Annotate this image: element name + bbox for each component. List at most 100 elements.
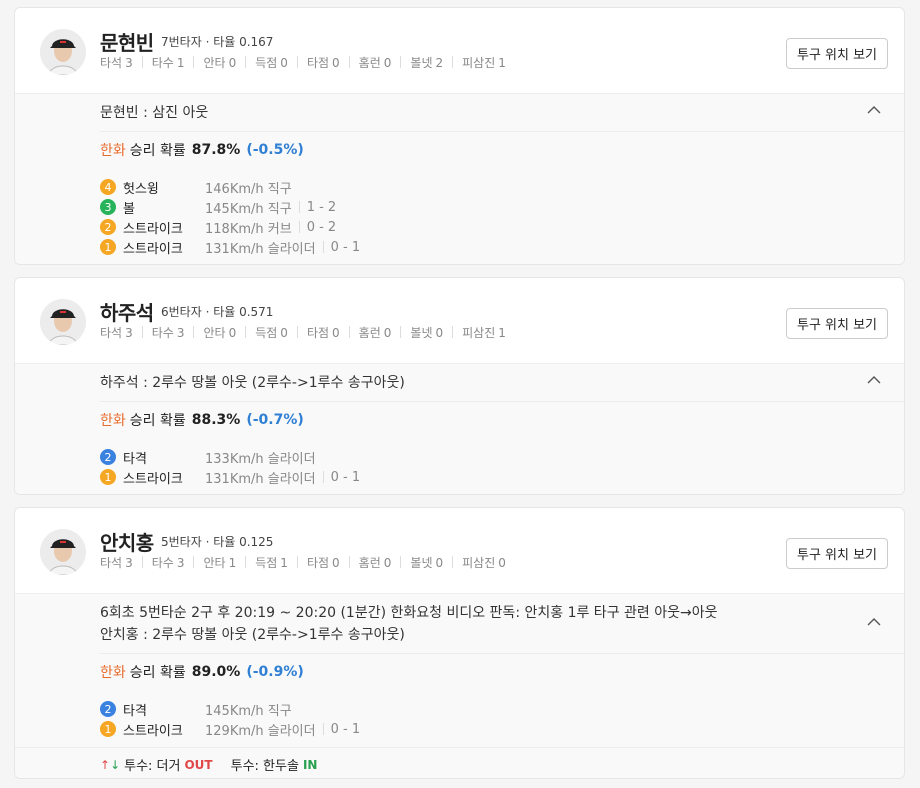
pitch-detail: 145Km/h 직구 bbox=[205, 201, 292, 217]
pitch-result: 스트라이크 bbox=[123, 723, 183, 739]
pitch-result: 볼 bbox=[123, 201, 135, 217]
pitch-item: 2 스트라이크 118Km/h 커브 0 - 2 bbox=[100, 217, 904, 237]
stat-pa: 타석 3 bbox=[100, 326, 133, 340]
pitcher-in-label: 투수: 한두솔 bbox=[230, 759, 299, 774]
stat-pa: 타석 3 bbox=[100, 556, 133, 570]
stat-hr: 홈런 0 bbox=[358, 56, 392, 70]
pitch-detail: 146Km/h 직구 bbox=[205, 181, 292, 197]
player-card: 하주석 6번타자 · 타율 0.571 타석 3 타수 3 안타 0 득점 0 타점 0 홈런 0 볼넷… bbox=[14, 277, 905, 495]
player-avatar bbox=[40, 29, 86, 75]
chevron-up-icon[interactable] bbox=[866, 102, 882, 118]
batting-order: 6번타자 · 타율 0.571 bbox=[161, 305, 274, 319]
video-review-note: 6회초 5번타순 2구 후 20:19 ~ 20:20 (1분간) 한화요청 비… bbox=[100, 605, 718, 621]
pitch-number: 1 bbox=[100, 239, 116, 255]
stat-rbi: 타점 0 bbox=[306, 56, 340, 70]
stat-hr: 홈런 0 bbox=[358, 326, 392, 340]
pitch-count: 1 - 2 bbox=[306, 199, 337, 215]
win-prob-delta: (-0.5%) bbox=[246, 142, 304, 158]
pitch-result: 스트라이크 bbox=[123, 471, 183, 487]
stat-pa: 타석 3 bbox=[100, 56, 133, 70]
pitch-number: 1 bbox=[100, 721, 116, 737]
pitch-count: 0 - 2 bbox=[306, 219, 337, 235]
stat-bb: 볼넷 0 bbox=[410, 326, 444, 340]
team-name: 한화 bbox=[100, 143, 126, 159]
pitch-result: 타격 bbox=[123, 451, 147, 467]
batting-order: 5번타자 · 타율 0.125 bbox=[161, 535, 274, 549]
pitcher-change: ↑↓ 투수: 더거 OUT 투수: 한두솔 IN bbox=[15, 747, 904, 778]
pitch-item: 3 볼 145Km/h 직구 1 - 2 bbox=[100, 197, 904, 217]
swap-arrows-icon: ↑↓ bbox=[100, 757, 121, 772]
pitch-result: 타격 bbox=[123, 703, 147, 719]
pitch-list: 2 타격 145Km/h 직구 1 스트라이크 129Km/h 슬라이더 0 - 1 bbox=[15, 691, 904, 747]
win-probability: 한화 승리 확률 89.0% (-0.9%) bbox=[15, 653, 904, 691]
player-stats: 타석 3 타수 3 안타 1 득점 1 타점 0 홈런 0 볼넷 0 피삼진 0 bbox=[100, 554, 506, 571]
stat-ab: 타수 1 bbox=[151, 56, 185, 70]
player-stats: 타석 3 타수 3 안타 0 득점 0 타점 0 홈런 0 볼넷 0 피삼진 1 bbox=[100, 324, 506, 341]
chevron-up-icon[interactable] bbox=[866, 372, 882, 388]
chevron-up-icon[interactable] bbox=[866, 614, 882, 630]
stat-hits: 안타 1 bbox=[203, 556, 237, 570]
player-name: 하주석 bbox=[100, 301, 154, 325]
play-detail: 6회초 5번타순 2구 후 20:19 ~ 20:20 (1분간) 한화요청 비… bbox=[15, 593, 904, 778]
stat-runs: 득점 0 bbox=[255, 326, 288, 340]
player-header: 하주석 6번타자 · 타율 0.571 타석 3 타수 3 안타 0 득점 0 타점 0 홈런 0 볼넷… bbox=[15, 278, 904, 363]
player-stats: 타석 3 타수 1 안타 0 득점 0 타점 0 홈런 0 볼넷 2 피삼진 1 bbox=[100, 54, 506, 71]
win-prob-value: 88.3% bbox=[191, 412, 241, 428]
play-detail: 하주석 : 2루수 땅볼 아웃 (2루수->1루수 송구아웃) 한화 승리 확률… bbox=[15, 363, 904, 494]
win-probability: 한화 승리 확률 87.8% (-0.5%) bbox=[15, 131, 904, 169]
pitch-count: 0 - 1 bbox=[330, 721, 361, 737]
pitch-detail: 118Km/h 커브 bbox=[205, 221, 292, 237]
pitch-number: 2 bbox=[100, 219, 116, 235]
pitch-detail: 129Km/h 슬라이더 bbox=[205, 723, 316, 739]
player-name: 문현빈 bbox=[100, 31, 154, 55]
stat-runs: 득점 1 bbox=[255, 556, 288, 570]
win-probability: 한화 승리 확률 88.3% (-0.7%) bbox=[15, 401, 904, 439]
stat-so: 피삼진 1 bbox=[462, 326, 506, 340]
player-header: 안치홍 5번타자 · 타율 0.125 타석 3 타수 3 안타 1 득점 1 타점 0 홈런 0 볼넷… bbox=[15, 508, 904, 593]
pitch-number: 1 bbox=[100, 469, 116, 485]
win-prob-delta: (-0.9%) bbox=[246, 664, 304, 680]
stat-ab: 타수 3 bbox=[151, 556, 185, 570]
play-result: 문현빈 : 삼진 아웃 bbox=[100, 102, 904, 132]
play-detail: 문현빈 : 삼진 아웃 한화 승리 확률 87.8% (-0.5%) 4 헛스윙 1… bbox=[15, 93, 904, 264]
stat-runs: 득점 0 bbox=[255, 56, 288, 70]
player-card: 안치홍 5번타자 · 타율 0.125 타석 3 타수 3 안타 1 득점 1 타점 0 홈런 0 볼넷… bbox=[14, 507, 905, 779]
pitch-item: 1 스트라이크 131Km/h 슬라이더 0 - 1 bbox=[100, 237, 904, 257]
pitch-location-button[interactable]: 투구 위치 보기 bbox=[786, 538, 888, 569]
pitch-list: 2 타격 133Km/h 슬라이더 1 스트라이크 131Km/h 슬라이더 0 - 1 bbox=[15, 439, 904, 494]
stat-ab: 타수 3 bbox=[151, 326, 185, 340]
pitch-number: 2 bbox=[100, 449, 116, 465]
pitch-number: 2 bbox=[100, 701, 116, 717]
pitch-item: 2 타격 145Km/h 직구 bbox=[100, 699, 904, 719]
win-prob-value: 87.8% bbox=[191, 142, 241, 158]
player-card: 문현빈 7번타자 · 타율 0.167 타석 3 타수 1 안타 0 득점 0 타점 0 홈런 0 볼넷… bbox=[14, 7, 905, 265]
pitch-item: 1 스트라이크 131Km/h 슬라이더 0 - 1 bbox=[100, 467, 904, 487]
play-result: 안치홍 : 2루수 땅볼 아웃 (2루수->1루수 송구아웃) bbox=[100, 624, 904, 654]
pitch-result: 스트라이크 bbox=[123, 241, 183, 257]
win-prob-delta: (-0.7%) bbox=[246, 412, 304, 428]
stat-so: 피삼진 1 bbox=[462, 56, 506, 70]
pitch-list: 4 헛스윙 146Km/h 직구 3 볼 145Km/h 직구 1 - 2 2 스트라이크 1… bbox=[15, 169, 904, 264]
batting-order: 7번타자 · 타율 0.167 bbox=[161, 35, 274, 49]
pitch-result: 스트라이크 bbox=[123, 221, 183, 237]
player-header: 문현빈 7번타자 · 타율 0.167 타석 3 타수 1 안타 0 득점 0 타점 0 홈런 0 볼넷… bbox=[15, 8, 904, 93]
pitch-number: 3 bbox=[100, 199, 116, 215]
stat-hits: 안타 0 bbox=[203, 326, 237, 340]
stat-rbi: 타점 0 bbox=[306, 556, 340, 570]
play-result: 하주석 : 2루수 땅볼 아웃 (2루수->1루수 송구아웃) bbox=[100, 372, 904, 402]
pitcher-out-label: 투수: 더거 bbox=[124, 759, 181, 774]
pitch-detail: 131Km/h 슬라이더 bbox=[205, 241, 316, 257]
pitch-location-button[interactable]: 투구 위치 보기 bbox=[786, 38, 888, 69]
pitch-number: 4 bbox=[100, 179, 116, 195]
pitch-location-button[interactable]: 투구 위치 보기 bbox=[786, 308, 888, 339]
pitch-item: 2 타격 133Km/h 슬라이더 bbox=[100, 447, 904, 467]
pitch-detail: 133Km/h 슬라이더 bbox=[205, 451, 316, 467]
stat-so: 피삼진 0 bbox=[462, 556, 506, 570]
pitch-item: 4 헛스윙 146Km/h 직구 bbox=[100, 177, 904, 197]
win-prob-value: 89.0% bbox=[191, 664, 241, 680]
player-name: 안치홍 bbox=[100, 531, 154, 555]
team-name: 한화 bbox=[100, 665, 126, 681]
pitch-detail: 131Km/h 슬라이더 bbox=[205, 471, 316, 487]
in-tag: IN bbox=[302, 757, 318, 772]
win-prob-label: 승리 확률 bbox=[129, 143, 186, 159]
